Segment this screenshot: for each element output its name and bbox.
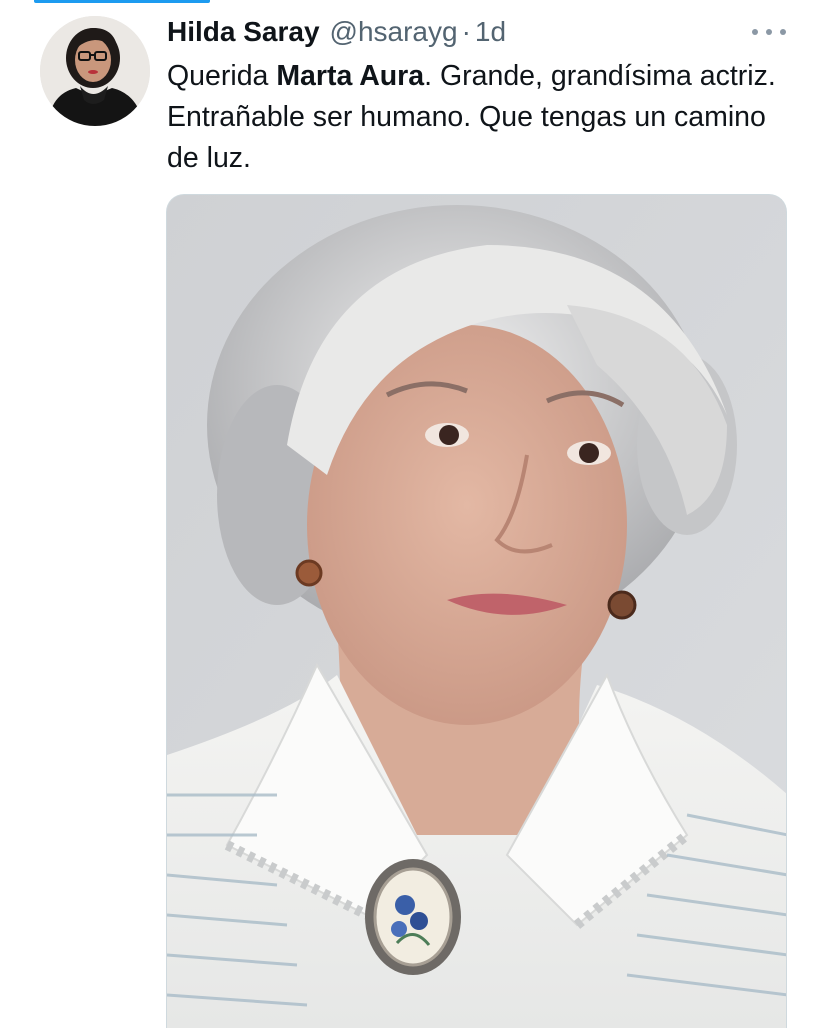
avatar-image — [40, 16, 150, 126]
author-display-name[interactable]: Hilda Saray — [167, 16, 320, 48]
portrait-image — [167, 195, 786, 1028]
tweet-header: Hilda Saray @hsarayg · 1d — [167, 12, 778, 52]
more-dot — [752, 29, 758, 35]
more-options-icon[interactable] — [752, 18, 786, 46]
author-handle[interactable]: @hsarayg — [330, 16, 458, 48]
separator-dot: · — [461, 16, 471, 47]
tweet-text-before: Querida — [167, 60, 277, 92]
more-dot — [766, 29, 772, 35]
tweet-timestamp[interactable]: 1d — [475, 16, 506, 48]
author-avatar[interactable] — [40, 16, 150, 126]
tweet-photo[interactable] — [166, 194, 787, 1028]
tweet-page: Hilda Saray @hsarayg · 1d Querida Marta … — [0, 0, 828, 1028]
tweet-text: Querida Marta Aura. Grande, grandísima a… — [167, 56, 787, 179]
more-dot — [780, 29, 786, 35]
active-tab-indicator — [34, 0, 210, 3]
mention-marta-aura: Marta Aura — [276, 60, 425, 92]
